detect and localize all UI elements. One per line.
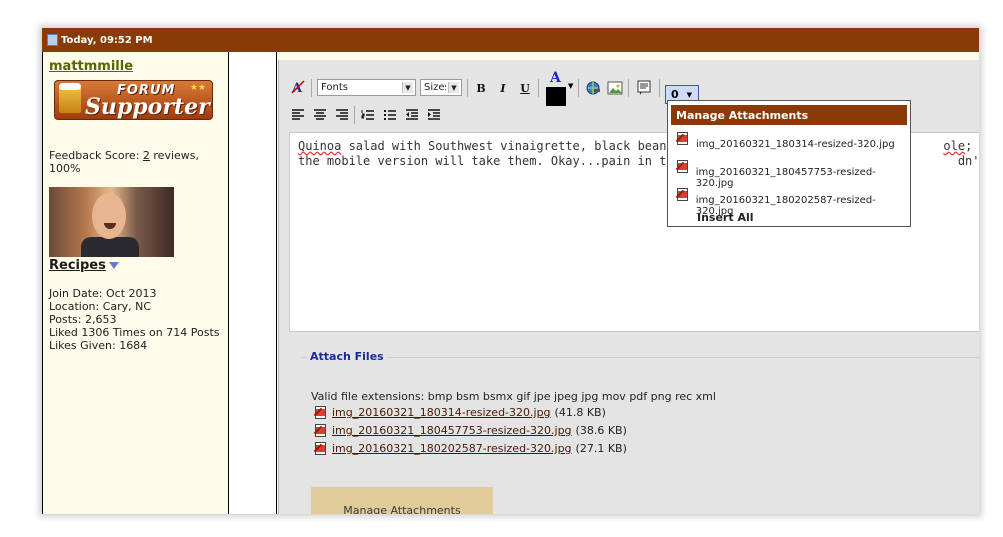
- insert-all-button[interactable]: Insert All: [697, 211, 754, 224]
- quote-icon[interactable]: [635, 79, 653, 97]
- attached-file-link[interactable]: img_20160321_180202587-resized-320.jpg: [332, 442, 572, 455]
- post-header-bar: Today, 09:52 PM: [42, 28, 979, 52]
- attached-file-size: (41.8 KB): [554, 406, 606, 419]
- likes-given: Likes Given: 1684: [49, 339, 148, 352]
- misspelled-word: Quinoa: [298, 139, 342, 153]
- bold-button[interactable]: B: [472, 79, 490, 97]
- post-datetime: Today, 09:52 PM: [61, 34, 153, 46]
- attached-file-link[interactable]: img_20160321_180457753-resized-320.jpg: [332, 424, 572, 437]
- user-avatar: [49, 187, 174, 257]
- attached-file-link[interactable]: img_20160321_180314-resized-320.jpg: [332, 406, 551, 419]
- editor-line1: salad with Southwest vinaigrette, black …: [341, 139, 696, 153]
- text-color-button[interactable]: A: [544, 70, 566, 106]
- attached-file-row: img_20160321_180202587-resized-320.jpg (…: [313, 442, 627, 455]
- beer-icon: [59, 83, 81, 113]
- chevron-down-icon: ▼: [448, 82, 459, 93]
- attach-files-section: Attach Files Valid file extensions: bmp …: [301, 350, 979, 514]
- image-file-icon: [675, 188, 690, 202]
- align-left-icon[interactable]: [289, 106, 307, 124]
- image-file-icon: [675, 160, 690, 174]
- underline-button[interactable]: U: [516, 79, 534, 97]
- outdent-icon[interactable]: [403, 106, 421, 124]
- manage-attachments-button[interactable]: Manage Attachments: [311, 487, 493, 514]
- align-right-icon[interactable]: [333, 106, 351, 124]
- user-title-recipes[interactable]: Recipes: [49, 258, 106, 273]
- feedback-count-link[interactable]: 2: [143, 149, 150, 162]
- manage-attachments-popup: Manage Attachments img_20160321_180314-r…: [667, 100, 911, 227]
- feedback-label: Feedback Score:: [49, 149, 143, 162]
- image-file-icon: [313, 442, 327, 455]
- attached-file-row: img_20160321_180314-resized-320.jpg (41.…: [313, 406, 606, 419]
- image-file-icon: [313, 406, 327, 419]
- liked-count: Liked 1306 Times on 714 Posts: [49, 326, 220, 339]
- align-center-icon[interactable]: [311, 106, 329, 124]
- badge-stars: ★★: [189, 83, 206, 93]
- font-select[interactable]: Fonts ▼: [317, 79, 416, 96]
- feedback-score: Feedback Score: 2 reviews, 100%: [49, 149, 225, 175]
- image-file-icon: [675, 132, 690, 146]
- editor-line2: the mobile version will take them. Okay.…: [298, 154, 710, 168]
- user-stats: Join Date: Oct 2013 Location: Cary, NC P…: [49, 287, 225, 352]
- insert-image-icon[interactable]: [606, 79, 624, 97]
- indent-icon[interactable]: [425, 106, 443, 124]
- popup-attachment-item[interactable]: img_20160321_180314-resized-320.jpg: [675, 132, 895, 150]
- join-date: Join Date: Oct 2013: [49, 287, 157, 300]
- text-color-swatch: [546, 87, 566, 106]
- size-select-value: Sizes: [424, 82, 446, 93]
- gutter: [229, 52, 277, 514]
- post-icon: [47, 34, 58, 46]
- reply-editor-panel: A Fonts ▼ Sizes ▼ B I U A ▼: [278, 60, 979, 514]
- post-frame: Today, 09:52 PM mattmmille FORUM Support…: [42, 28, 979, 514]
- chevron-down-icon[interactable]: ▼: [568, 82, 573, 90]
- user-sidebar: mattmmille FORUM Supporter ★★ Feedback S…: [42, 52, 229, 514]
- numbered-list-icon[interactable]: [359, 106, 377, 124]
- chevron-down-icon[interactable]: [109, 262, 119, 269]
- attached-file-size: (38.6 KB): [575, 424, 627, 437]
- location: Location: Cary, NC: [49, 300, 152, 313]
- image-file-icon: [313, 424, 327, 437]
- text-color-letter: A: [550, 70, 561, 86]
- italic-button[interactable]: I: [494, 79, 512, 97]
- popup-attachment-item[interactable]: img_20160321_180457753-resized-320.jpg: [675, 160, 910, 189]
- chevron-down-icon: ▼: [402, 82, 413, 93]
- attached-file-size: (27.1 KB): [575, 442, 627, 455]
- attached-file-row: img_20160321_180457753-resized-320.jpg (…: [313, 424, 627, 437]
- size-select[interactable]: Sizes ▼: [420, 79, 462, 96]
- remove-format-icon[interactable]: A: [289, 78, 307, 96]
- font-select-value: Fonts: [321, 82, 348, 93]
- valid-extensions: Valid file extensions: bmp bsm bsmx gif …: [311, 390, 716, 403]
- insert-link-icon[interactable]: [584, 79, 602, 97]
- popup-title[interactable]: Manage Attachments: [671, 105, 907, 125]
- username-link[interactable]: mattmmille: [49, 59, 133, 74]
- attach-files-legend: Attach Files: [307, 350, 387, 363]
- bullet-list-icon[interactable]: [381, 106, 399, 124]
- forum-supporter-badge: FORUM Supporter ★★: [54, 80, 213, 120]
- badge-main-text: Supporter: [85, 94, 210, 120]
- posts-count: Posts: 2,653: [49, 313, 117, 326]
- chevron-down-icon: ▼: [686, 90, 693, 99]
